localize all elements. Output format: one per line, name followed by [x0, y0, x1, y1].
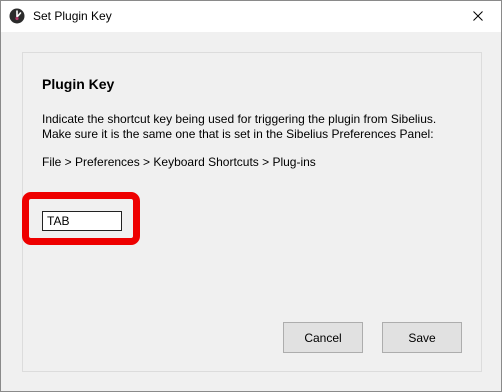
- sibelius-logo-icon: [9, 8, 25, 24]
- cancel-button[interactable]: Cancel: [283, 322, 363, 353]
- close-icon: [473, 8, 483, 26]
- dialog-content: Plugin Key Indicate the shortcut key bei…: [1, 32, 501, 391]
- plugin-key-panel: Plugin Key Indicate the shortcut key bei…: [22, 52, 482, 372]
- panel-description: Indicate the shortcut key being used for…: [42, 112, 472, 142]
- save-button[interactable]: Save: [382, 322, 462, 353]
- panel-heading: Plugin Key: [42, 76, 115, 92]
- close-button[interactable]: [455, 1, 501, 32]
- menu-path: File > Preferences > Keyboard Shortcuts …: [42, 155, 316, 169]
- description-line: Make sure it is the same one that is set…: [42, 127, 434, 141]
- window-title: Set Plugin Key: [33, 9, 112, 23]
- shortcut-key-input[interactable]: [42, 211, 122, 231]
- description-line: Indicate the shortcut key being used for…: [42, 112, 437, 126]
- title-bar[interactable]: Set Plugin Key: [1, 1, 501, 32]
- dialog-window: Set Plugin Key Plugin Key Indicate the s…: [0, 0, 502, 392]
